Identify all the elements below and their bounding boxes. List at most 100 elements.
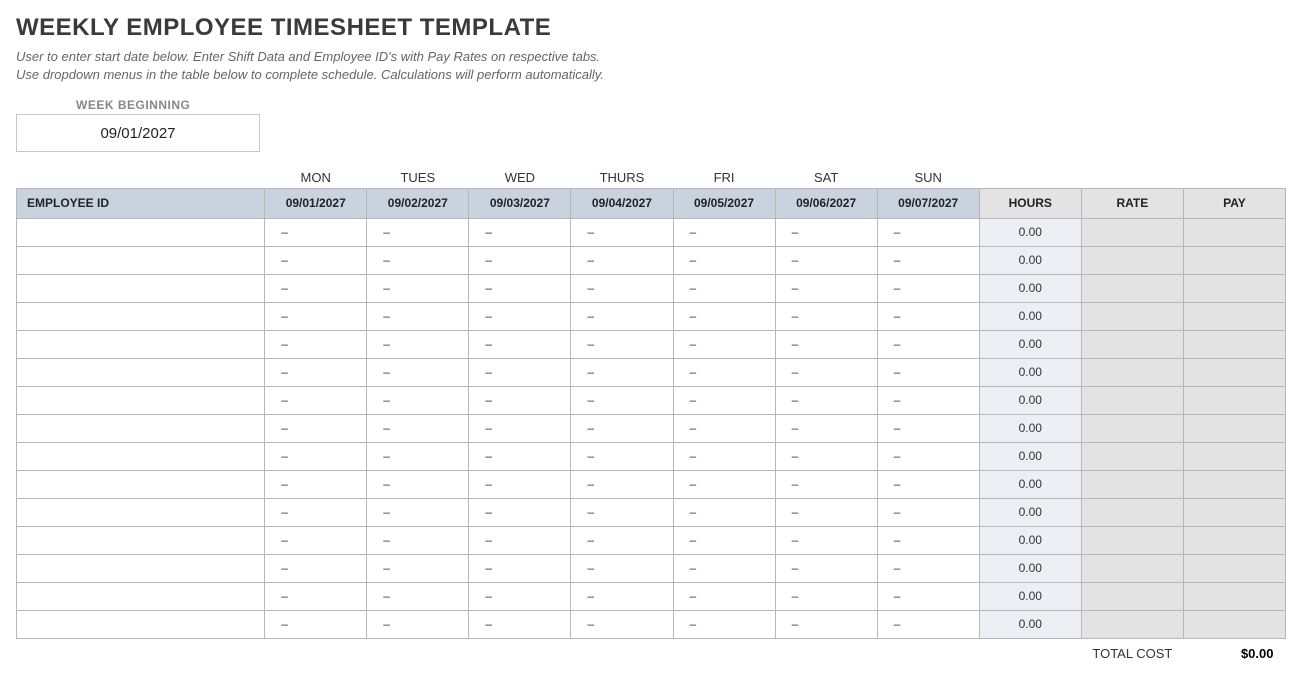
shift-cell[interactable]: – — [877, 274, 979, 302]
shift-cell[interactable]: – — [367, 610, 469, 638]
shift-cell[interactable]: – — [469, 610, 571, 638]
shift-cell[interactable]: – — [367, 526, 469, 554]
shift-cell[interactable]: – — [877, 498, 979, 526]
shift-cell[interactable]: – — [877, 470, 979, 498]
shift-cell[interactable]: – — [877, 358, 979, 386]
shift-cell[interactable]: – — [367, 218, 469, 246]
shift-cell[interactable]: – — [265, 218, 367, 246]
shift-cell[interactable]: – — [265, 610, 367, 638]
shift-cell[interactable]: – — [775, 470, 877, 498]
shift-cell[interactable]: – — [775, 526, 877, 554]
employee-id-cell[interactable] — [17, 414, 265, 442]
shift-cell[interactable]: – — [673, 274, 775, 302]
shift-cell[interactable]: – — [775, 274, 877, 302]
shift-cell[interactable]: – — [775, 442, 877, 470]
shift-cell[interactable]: – — [775, 218, 877, 246]
employee-id-cell[interactable] — [17, 330, 265, 358]
shift-cell[interactable]: – — [673, 302, 775, 330]
shift-cell[interactable]: – — [673, 386, 775, 414]
shift-cell[interactable]: – — [775, 554, 877, 582]
shift-cell[interactable]: – — [469, 526, 571, 554]
shift-cell[interactable]: – — [469, 246, 571, 274]
shift-cell[interactable]: – — [469, 358, 571, 386]
shift-cell[interactable]: – — [367, 442, 469, 470]
shift-cell[interactable]: – — [673, 330, 775, 358]
employee-id-cell[interactable] — [17, 582, 265, 610]
shift-cell[interactable]: – — [877, 582, 979, 610]
shift-cell[interactable]: – — [571, 554, 673, 582]
shift-cell[interactable]: – — [367, 386, 469, 414]
shift-cell[interactable]: – — [265, 274, 367, 302]
shift-cell[interactable]: – — [673, 358, 775, 386]
shift-cell[interactable]: – — [673, 554, 775, 582]
shift-cell[interactable]: – — [571, 358, 673, 386]
shift-cell[interactable]: – — [469, 386, 571, 414]
shift-cell[interactable]: – — [877, 246, 979, 274]
shift-cell[interactable]: – — [775, 610, 877, 638]
shift-cell[interactable]: – — [469, 414, 571, 442]
shift-cell[interactable]: – — [571, 330, 673, 358]
shift-cell[interactable]: – — [877, 442, 979, 470]
shift-cell[interactable]: – — [571, 470, 673, 498]
week-beginning-input[interactable]: 09/01/2027 — [16, 114, 260, 152]
shift-cell[interactable]: – — [367, 274, 469, 302]
shift-cell[interactable]: – — [265, 358, 367, 386]
employee-id-cell[interactable] — [17, 246, 265, 274]
shift-cell[interactable]: – — [265, 498, 367, 526]
shift-cell[interactable]: – — [673, 442, 775, 470]
employee-id-cell[interactable] — [17, 526, 265, 554]
shift-cell[interactable]: – — [469, 330, 571, 358]
shift-cell[interactable]: – — [571, 526, 673, 554]
shift-cell[interactable]: – — [877, 526, 979, 554]
shift-cell[interactable]: – — [571, 246, 673, 274]
employee-id-cell[interactable] — [17, 386, 265, 414]
employee-id-cell[interactable] — [17, 218, 265, 246]
shift-cell[interactable]: – — [367, 498, 469, 526]
shift-cell[interactable]: – — [367, 358, 469, 386]
shift-cell[interactable]: – — [571, 442, 673, 470]
shift-cell[interactable]: – — [265, 414, 367, 442]
shift-cell[interactable]: – — [265, 526, 367, 554]
shift-cell[interactable]: – — [775, 358, 877, 386]
shift-cell[interactable]: – — [469, 302, 571, 330]
shift-cell[interactable]: – — [571, 302, 673, 330]
shift-cell[interactable]: – — [571, 610, 673, 638]
shift-cell[interactable]: – — [469, 274, 571, 302]
shift-cell[interactable]: – — [469, 442, 571, 470]
employee-id-cell[interactable] — [17, 442, 265, 470]
employee-id-cell[interactable] — [17, 274, 265, 302]
shift-cell[interactable]: – — [571, 274, 673, 302]
employee-id-cell[interactable] — [17, 470, 265, 498]
shift-cell[interactable]: – — [469, 218, 571, 246]
employee-id-cell[interactable] — [17, 498, 265, 526]
shift-cell[interactable]: – — [265, 330, 367, 358]
shift-cell[interactable]: – — [877, 610, 979, 638]
shift-cell[interactable]: – — [571, 582, 673, 610]
shift-cell[interactable]: – — [265, 554, 367, 582]
shift-cell[interactable]: – — [469, 470, 571, 498]
employee-id-cell[interactable] — [17, 358, 265, 386]
shift-cell[interactable]: – — [571, 414, 673, 442]
shift-cell[interactable]: – — [775, 414, 877, 442]
shift-cell[interactable]: – — [877, 218, 979, 246]
shift-cell[interactable]: – — [367, 246, 469, 274]
shift-cell[interactable]: – — [469, 498, 571, 526]
shift-cell[interactable]: – — [673, 610, 775, 638]
shift-cell[interactable]: – — [265, 470, 367, 498]
shift-cell[interactable]: – — [367, 302, 469, 330]
employee-id-cell[interactable] — [17, 554, 265, 582]
shift-cell[interactable]: – — [265, 442, 367, 470]
shift-cell[interactable]: – — [673, 218, 775, 246]
shift-cell[interactable]: – — [571, 498, 673, 526]
shift-cell[interactable]: – — [877, 386, 979, 414]
shift-cell[interactable]: – — [673, 414, 775, 442]
shift-cell[interactable]: – — [775, 582, 877, 610]
shift-cell[interactable]: – — [367, 414, 469, 442]
shift-cell[interactable]: – — [469, 582, 571, 610]
shift-cell[interactable]: – — [469, 554, 571, 582]
shift-cell[interactable]: – — [265, 246, 367, 274]
shift-cell[interactable]: – — [877, 554, 979, 582]
employee-id-cell[interactable] — [17, 302, 265, 330]
shift-cell[interactable]: – — [775, 386, 877, 414]
employee-id-cell[interactable] — [17, 610, 265, 638]
